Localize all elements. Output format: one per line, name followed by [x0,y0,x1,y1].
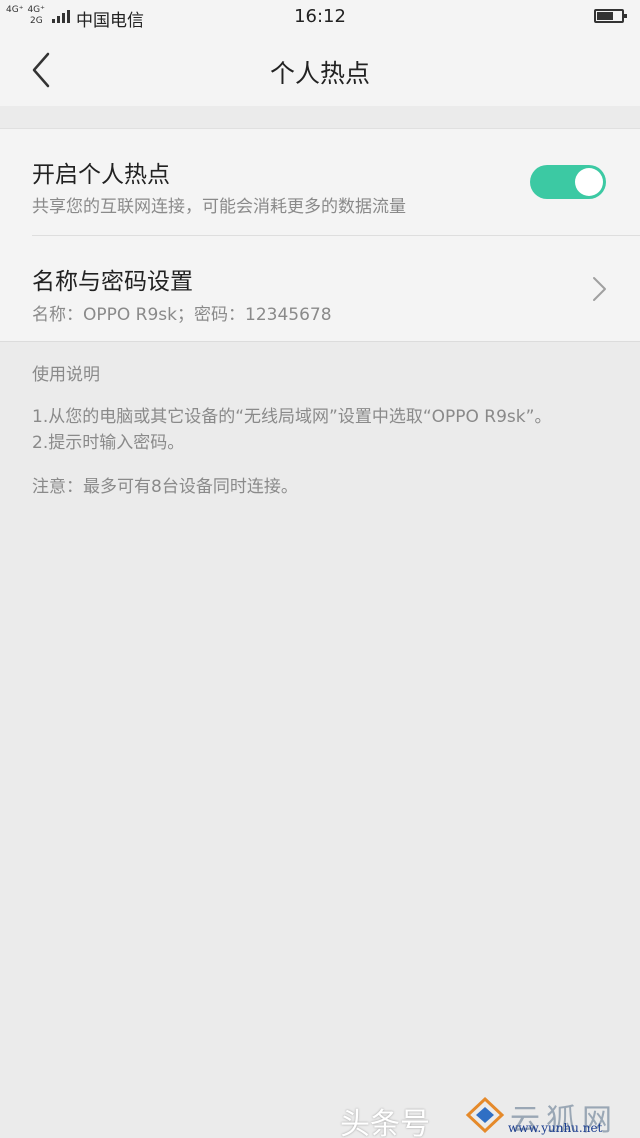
hotspot-toggle-switch[interactable] [530,165,606,199]
watermark-text: 头条号 [340,1107,430,1138]
battery-level-fill [597,12,613,20]
instructions-heading: 使用说明 [32,365,100,385]
status-bar: 4G⁺ 4G⁺ 2G 中国电信 16:12 [0,0,640,34]
name-password-subtitle: 名称：OPPO R9sk；密码：12345678 [32,305,332,325]
instruction-step-2: 2.提示时输入密码。 [32,433,185,453]
name-password-setting-row[interactable]: 名称与密码设置 名称：OPPO R9sk；密码：12345678 [0,236,640,343]
hotspot-subtitle: 共享您的互联网连接，可能会消耗更多的数据流量 [32,197,406,217]
hotspot-title: 开启个人热点 [32,162,170,188]
instruction-step-1: 1.从您的电脑或其它设备的“无线局域网”设置中选取“OPPO R9sk”。 [32,407,552,427]
yunhu-logo-icon [465,1096,505,1134]
settings-card: 开启个人热点 共享您的互联网连接，可能会消耗更多的数据流量 名称与密码设置 名称… [0,128,640,342]
toggle-knob [575,168,603,196]
section-spacer [0,106,640,128]
hotspot-toggle-row: 开启个人热点 共享您的互联网连接，可能会消耗更多的数据流量 [0,129,640,236]
watermark-url: www.yunhu.net [508,1121,603,1135]
name-password-title: 名称与密码设置 [32,269,193,295]
battery-icon [594,9,627,23]
hotspot-settings-screen: 4G⁺ 4G⁺ 2G 中国电信 16:12 个人热点 开启个人热点 共享您的互联… [0,0,640,1138]
app-header: 个人热点 [0,34,640,106]
instruction-note: 注意：最多可有8台设备同时连接。 [32,477,298,497]
status-time: 16:12 [294,6,346,27]
chevron-right-icon [593,277,606,301]
watermark: 头条号 云狐网 www.yunhu.net [340,1093,640,1138]
page-title: 个人热点 [269,59,370,88]
